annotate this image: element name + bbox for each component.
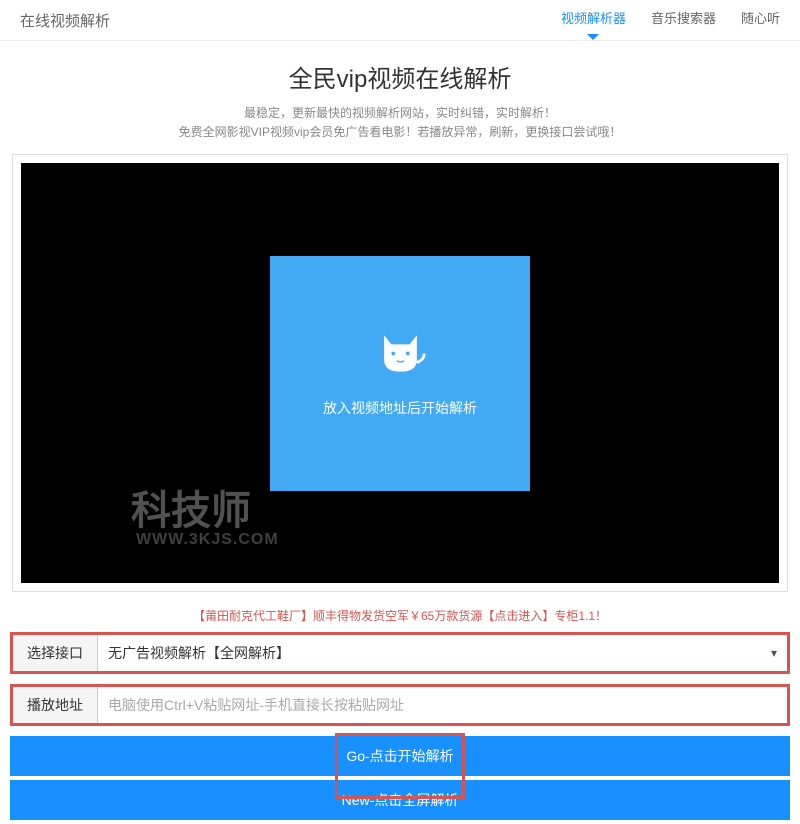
watermark-sub: WWW.3KJS.COM (136, 531, 279, 549)
subtitle-line1: 最稳定，更新最快的视频解析网站，实时纠错，实时解析！ (0, 104, 800, 123)
subtitle-line2: 免费全网影视VIP视频vip会员免广告看电影！若播放异常，刷新，更换接口尝试哦！ (0, 123, 800, 142)
video-placeholder[interactable]: 放入视频地址后开始解析 (270, 256, 530, 491)
url-label: 播放地址 (13, 687, 98, 723)
site-title: 在线视频解析 (20, 10, 110, 31)
interface-select[interactable]: 无广告视频解析【全网解析】 (98, 635, 787, 671)
button-row: Go-点击开始解析 New-点击全屏解析 (10, 736, 790, 824)
go-button[interactable]: Go-点击开始解析 (10, 736, 790, 776)
page-title: 全民vip视频在线解析 (0, 59, 800, 94)
url-input[interactable] (98, 687, 787, 723)
video-wrapper: 放入视频地址后开始解析 科技师 WWW.3KJS.COM (12, 154, 788, 592)
header: 在线视频解析 视频解析器 音乐搜索器 随心听 (0, 0, 800, 41)
promo-text[interactable]: 【莆田耐克代工鞋厂】顺丰得物发货空军￥65万款货源【点击进入】专柜1.1！ (0, 607, 800, 624)
nav-listen[interactable]: 随心听 (741, 8, 780, 32)
nav-video-parser[interactable]: 视频解析器 (561, 8, 626, 32)
new-button[interactable]: New-点击全屏解析 (10, 780, 790, 820)
select-wrapper: 无广告视频解析【全网解析】 (98, 635, 787, 671)
interface-row: 选择接口 无广告视频解析【全网解析】 (10, 632, 790, 674)
watermark-main: 科技师 (131, 478, 251, 536)
nav-music-search[interactable]: 音乐搜索器 (651, 8, 716, 32)
video-container: 放入视频地址后开始解析 科技师 WWW.3KJS.COM (21, 163, 779, 583)
nav: 视频解析器 音乐搜索器 随心听 (561, 8, 780, 32)
placeholder-text: 放入视频地址后开始解析 (323, 398, 477, 418)
subtitle: 最稳定，更新最快的视频解析网站，实时纠错，实时解析！ 免费全网影视VIP视频vi… (0, 104, 800, 142)
url-row: 播放地址 (10, 684, 790, 726)
cat-icon (373, 328, 428, 378)
interface-label: 选择接口 (13, 635, 98, 671)
